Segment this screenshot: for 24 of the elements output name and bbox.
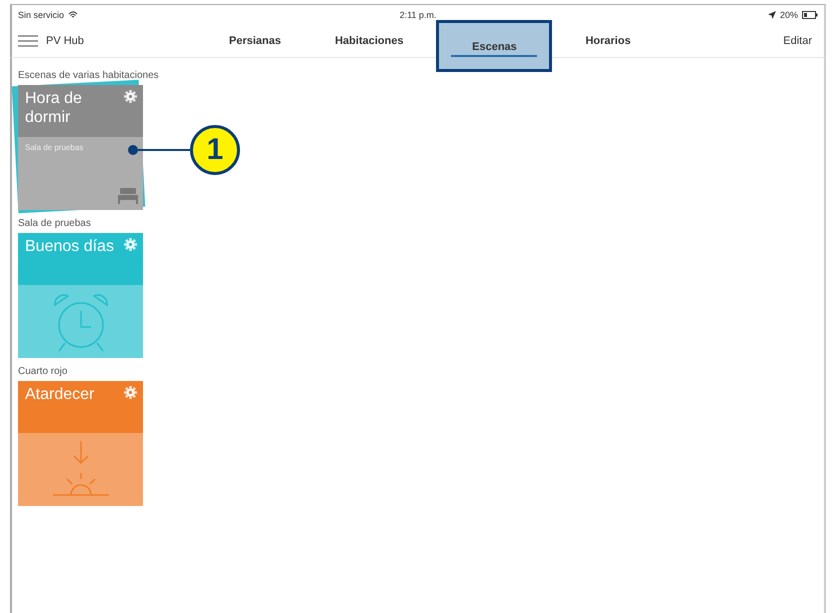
settings-icon[interactable] [124,386,137,399]
scene-name: Buenos días [25,238,114,255]
location-arrow-icon [768,11,776,19]
carrier-label: Sin servicio [18,10,64,20]
edit-button[interactable]: Editar [777,34,818,48]
bed-icon [118,188,138,204]
battery-percent: 20% [780,10,798,20]
section-title: Sala de pruebas [18,218,91,229]
settings-icon[interactable] [124,90,137,103]
scene-name: Hora de dormir [25,90,82,126]
nav-tab[interactable]: Habitaciones [314,28,424,54]
nav-tab[interactable]: Escenas [436,20,552,72]
section-title: Escenas de varias habitaciones [18,70,159,81]
room-label: Sala de pruebas [25,143,84,152]
nav-tab[interactable]: Horarios [564,28,652,54]
battery-icon [802,11,818,19]
hub-title: PV Hub [46,35,84,47]
status-time: 2:11 p.m. [400,10,436,20]
settings-icon[interactable] [124,238,137,251]
scene-name: Atardecer [25,386,94,403]
menu-icon[interactable] [18,35,38,47]
section-title: Cuarto rojo [18,366,68,377]
wifi-icon [68,11,78,19]
nav-tab[interactable]: Persianas [208,28,302,54]
